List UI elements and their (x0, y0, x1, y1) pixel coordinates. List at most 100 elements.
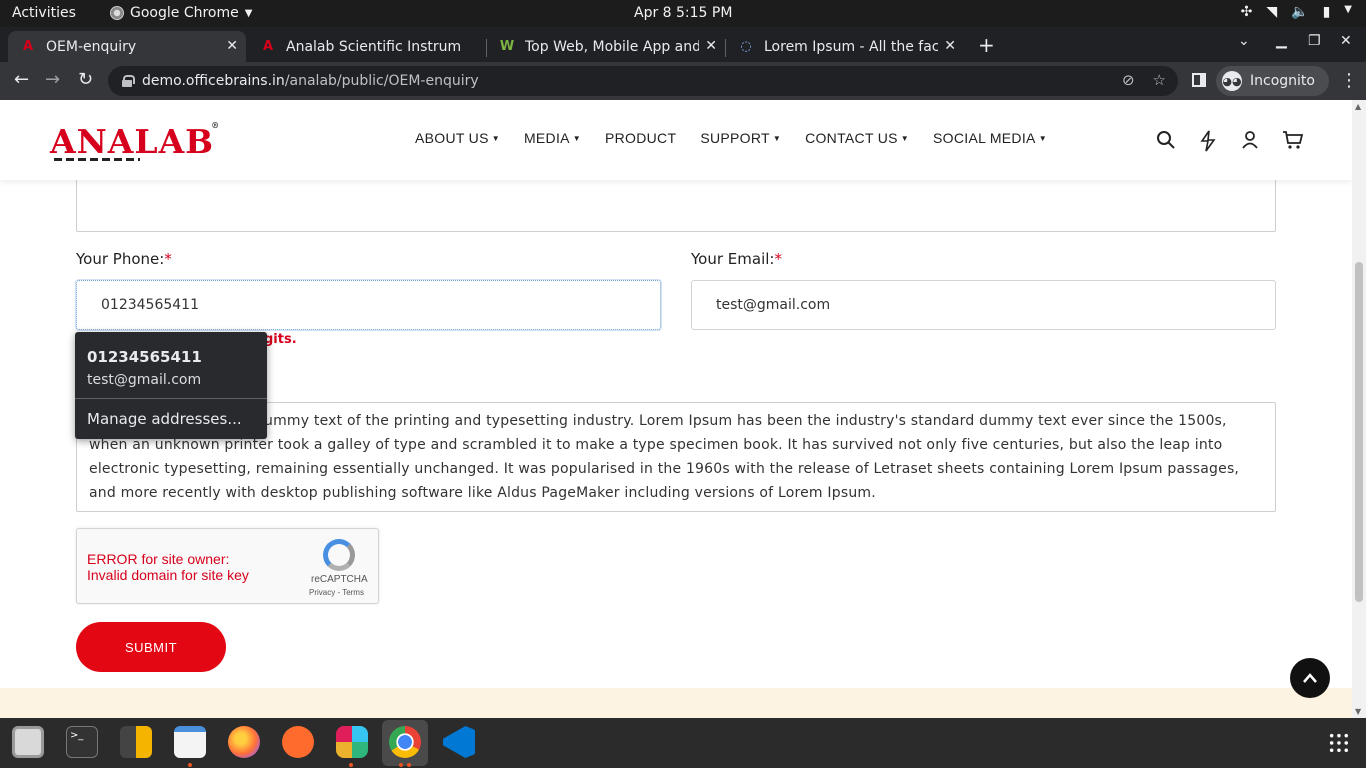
scroll-up-arrow-icon[interactable]: ▲ (1355, 102, 1361, 111)
search-icon[interactable] (1156, 130, 1176, 150)
calculator-app-icon[interactable] (120, 726, 152, 758)
running-indicator (407, 763, 411, 767)
system-top-bar: Activities Google Chrome ▼ Apr 8 5:15 PM… (0, 0, 1366, 27)
terminal-app-icon[interactable]: >_ (66, 726, 98, 758)
reload-button[interactable]: ↻ (78, 69, 93, 90)
minimize-button[interactable]: ▁ (1276, 33, 1287, 49)
caret-down-icon: ▼ (572, 134, 581, 143)
manage-addresses-link[interactable]: Manage addresses... (87, 410, 242, 428)
back-to-top-button[interactable] (1290, 658, 1330, 698)
main-nav: ABOUT US ▼ MEDIA ▼ PRODUCT SUPPORT ▼ CONTAC… (415, 130, 1047, 146)
close-icon[interactable]: ✕ (226, 38, 238, 54)
clock[interactable]: Apr 8 5:15 PM (634, 5, 732, 21)
close-icon[interactable]: ✕ (944, 38, 956, 54)
tab-title: Lorem Ipsum - All the fact (764, 38, 938, 55)
chevron-down-icon: ▼ (244, 7, 253, 19)
chevron-up-icon (1303, 673, 1317, 683)
incognito-icon: ◕◕ (1222, 71, 1242, 91)
chrome-icon (110, 6, 124, 20)
running-indicator (399, 763, 403, 767)
running-indicator (188, 763, 192, 767)
tab-analab[interactable]: A Analab Scientific Instrume (248, 31, 486, 62)
site-header: ANALAB ® ABOUT US ▼ MEDIA ▼ PRODUCT SUPPOR… (0, 100, 1352, 180)
user-icon[interactable] (1240, 130, 1260, 150)
autofill-suggestion-email[interactable]: test@gmail.com (87, 372, 201, 388)
nav-about-us[interactable]: ABOUT US ▼ (415, 130, 500, 146)
slack-app-icon[interactable] (336, 726, 368, 758)
browser-toolbar: ← → ↻ demo.officebrains.in/analab/public… (0, 62, 1366, 100)
email-input[interactable]: test@gmail.com (691, 280, 1276, 330)
header-icons (1156, 130, 1304, 152)
chrome-app-icon[interactable] (389, 726, 421, 758)
captcha-error: ERROR for site owner: Invalid domain for… (87, 551, 249, 583)
caret-down-icon: ▼ (1038, 134, 1047, 143)
phone-input[interactable]: 01234565411 (76, 280, 661, 330)
nav-social-media[interactable]: SOCIAL MEDIA ▼ (933, 130, 1047, 146)
show-apps-grid-icon[interactable] (1328, 732, 1350, 754)
files-app-icon[interactable] (12, 726, 44, 758)
site-logo[interactable]: ANALAB ® (50, 120, 219, 161)
side-panel-icon[interactable] (1192, 73, 1206, 87)
tab-strip: A OEM-enquiry ✕ A Analab Scientific Inst… (0, 27, 1366, 62)
app-name: Google Chrome (130, 5, 239, 21)
url-path: /analab/public/OEM-enquiry (284, 73, 479, 89)
tab-oem-enquiry[interactable]: A OEM-enquiry ✕ (8, 31, 246, 62)
tab-search-chevron-icon[interactable]: ⌄ (1238, 33, 1250, 49)
analab-favicon-icon: A (22, 39, 34, 54)
footer-band (0, 688, 1352, 718)
postman-app-icon[interactable] (282, 726, 314, 758)
text-editor-app-icon[interactable] (174, 726, 206, 758)
nav-contact-us[interactable]: CONTACT US ▼ (805, 130, 909, 146)
submit-button[interactable]: SUBMIT (76, 622, 226, 672)
recaptcha-brand: reCAPTCHA (311, 574, 368, 585)
running-indicator (349, 763, 353, 767)
forward-button[interactable]: → (45, 69, 60, 90)
caret-down-icon: ▼ (491, 134, 500, 143)
analab-favicon-icon: A (262, 39, 274, 54)
firefox-app-icon[interactable] (228, 726, 260, 758)
autofill-suggestion-phone[interactable]: 01234565411 (87, 348, 202, 366)
incognito-badge[interactable]: ◕◕ Incognito (1216, 66, 1329, 96)
logo-underline (54, 158, 140, 161)
logo-text: ANALAB (50, 122, 215, 161)
activities-button[interactable]: Activities (12, 5, 76, 21)
lock-icon[interactable] (122, 75, 135, 87)
recaptcha-terms-link[interactable]: Privacy - Terms (309, 588, 364, 597)
eye-off-icon[interactable]: ⊘ (1122, 71, 1135, 89)
tab-title: Top Web, Mobile App and (525, 38, 699, 55)
maximize-button[interactable]: ❐ (1308, 33, 1321, 49)
tab-lorem-ipsum[interactable]: ◌ Lorem Ipsum - All the fact ✕ (726, 31, 964, 62)
bookmark-star-icon[interactable]: ☆ (1153, 71, 1166, 89)
nav-product[interactable]: PRODUCT (605, 130, 676, 146)
scrollbar-thumb[interactable] (1355, 262, 1363, 602)
page-scrollbar[interactable]: ▲ ▼ (1352, 100, 1366, 718)
menu-kebab-icon[interactable]: ⋮ (1340, 70, 1358, 91)
compare-arrows-icon[interactable] (1198, 130, 1218, 152)
phone-error-message: gits. (264, 332, 297, 347)
new-tab-button[interactable]: + (978, 33, 995, 57)
vscode-app-icon[interactable] (443, 726, 475, 758)
app-menu[interactable]: Google Chrome ▼ (110, 5, 252, 21)
volume-icon: 🔈 (1291, 4, 1309, 20)
chevron-down-icon: ▼ (1344, 4, 1352, 15)
address-bar[interactable]: demo.officebrains.in/analab/public/OEM-e… (108, 66, 1178, 96)
recaptcha-widget[interactable]: ERROR for site owner: Invalid domain for… (76, 528, 379, 604)
autofill-divider (75, 398, 267, 399)
email-label: Your Email:* (691, 250, 782, 268)
battery-icon: ▮ (1322, 4, 1331, 20)
nav-media[interactable]: MEDIA ▼ (524, 130, 581, 146)
taskbar-dock: >_ (0, 718, 1366, 768)
cart-icon[interactable] (1282, 130, 1304, 150)
registered-mark: ® (211, 120, 221, 130)
system-tray[interactable]: ✣ ◥ 🔈 ▮ ▼ (1241, 4, 1352, 20)
loading-spinner-icon: ◌ (740, 39, 752, 54)
tab-title: Analab Scientific Instrume (286, 38, 461, 55)
close-icon[interactable]: ✕ (705, 38, 717, 54)
close-window-button[interactable]: ✕ (1340, 33, 1352, 49)
caret-down-icon: ▼ (772, 134, 782, 143)
back-button[interactable]: ← (14, 69, 29, 90)
nav-support[interactable]: SUPPORT ▼ (700, 130, 781, 146)
url-host: demo.officebrains.in (142, 73, 285, 89)
tab-top-web[interactable]: W Top Web, Mobile App and ✕ (487, 31, 725, 62)
scroll-down-arrow-icon[interactable]: ▼ (1355, 707, 1361, 716)
